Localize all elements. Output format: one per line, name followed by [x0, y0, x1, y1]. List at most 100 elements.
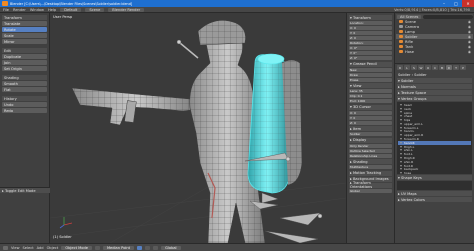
npanel-section-grease-pencil[interactable]: ▾ Grease Pencil	[349, 61, 392, 67]
editor-type-icon[interactable]	[3, 245, 8, 250]
visibility-eye-icon[interactable]: ◉	[468, 20, 471, 24]
npanel-field[interactable]: Erase	[349, 77, 392, 82]
npanel-section-view[interactable]: ▾ View	[349, 83, 392, 88]
outliner-search-input[interactable]	[423, 14, 473, 19]
npanel-section-motion-tracking[interactable]: ▸ Motion Tracking	[349, 170, 392, 176]
outliner-view-dropdown[interactable]: All Scenes	[397, 14, 422, 19]
maximize-button[interactable]: □	[450, 0, 462, 7]
shape-key-list[interactable]	[397, 181, 472, 190]
npanel-field[interactable]: Draw	[349, 72, 392, 77]
menu-render[interactable]: Render	[13, 8, 26, 12]
menu-window[interactable]: Window	[30, 8, 44, 12]
npanel-field[interactable]: Z: 0	[349, 36, 392, 41]
mesh-data-panel[interactable]: ▾ Soldier	[397, 78, 472, 83]
outliner-item-hose[interactable]: Hose ◉	[396, 49, 473, 54]
tool-join-button[interactable]: Join	[2, 60, 47, 65]
npanel-section-shading[interactable]: ▸ Shading	[349, 159, 392, 164]
properties-tab-l[interactable]: L	[404, 65, 410, 70]
orientation-dropdown[interactable]: Global	[161, 245, 181, 250]
tool-mirror-button[interactable]: Mirror	[2, 39, 47, 44]
vertex-colors-panel[interactable]: ▸ Vertex Colors	[397, 197, 472, 202]
tool-rotate-button[interactable]: Rotate	[2, 27, 47, 32]
properties-tab-r[interactable]: R	[397, 65, 403, 70]
backpack-tank-mesh[interactable]	[247, 53, 303, 194]
properties-tab-c[interactable]: C	[432, 65, 438, 70]
tool-redo-button[interactable]: Redo	[2, 108, 47, 113]
properties-tab-m[interactable]: M	[439, 65, 445, 70]
npanel-field[interactable]: X: 0	[349, 110, 392, 115]
vertex-group-list[interactable]: head neck spine chest hips upper_arm.L forearm…	[397, 102, 472, 174]
visibility-eye-icon[interactable]: ◉	[468, 35, 471, 39]
operator-panel[interactable]: ▸ Toggle Edit Mode	[0, 187, 50, 193]
footer-menu-object[interactable]: Object	[47, 246, 59, 250]
npanel-field[interactable]: Outline Selected	[349, 148, 392, 153]
visibility-eye-icon[interactable]: ◉	[468, 25, 471, 29]
footer-menu-view[interactable]: View	[11, 246, 20, 250]
uv-maps-panel[interactable]: ▸ UV Maps	[397, 191, 472, 196]
menu-file[interactable]: File	[3, 8, 9, 12]
properties-tab-d[interactable]: D	[446, 65, 452, 70]
visibility-eye-icon[interactable]: ◉	[468, 50, 471, 54]
close-button[interactable]: ✕	[462, 0, 474, 7]
npanel-field[interactable]: Rotation:	[349, 41, 392, 46]
properties-tab-w[interactable]: W	[418, 65, 424, 70]
npanel-field[interactable]: Clip: 0.1	[349, 94, 392, 99]
npanel-field[interactable]: Z: 0	[349, 120, 392, 125]
npanel-field[interactable]: Soldier	[349, 132, 392, 137]
tool-duplicate-button[interactable]: Duplicate	[2, 54, 47, 59]
npanel-section-3d-cursor[interactable]: ▾ 3D Cursor	[349, 104, 392, 110]
properties-tab-t[interactable]: T	[453, 65, 459, 70]
toolshelf-panel-history[interactable]: History	[2, 96, 47, 101]
3d-viewport[interactable]: User Persp (1) Soldier	[50, 13, 346, 243]
shape-keys-panel[interactable]: ▾ Shape Keys	[397, 175, 472, 180]
visibility-eye-icon[interactable]: ◉	[468, 30, 471, 34]
render-engine-dropdown[interactable]: Blender Render	[108, 7, 145, 12]
npanel-field[interactable]: Global	[349, 188, 392, 193]
npanel-field[interactable]: End: 1000	[349, 99, 392, 104]
texture-space-panel[interactable]: ▸ Texture Space	[397, 90, 472, 95]
scene-dropdown[interactable]: Scene	[85, 7, 105, 12]
translate-toggle[interactable]	[145, 245, 151, 250]
properties-tab-p[interactable]: P	[460, 65, 466, 70]
npanel-section-display[interactable]: ▸ Display	[349, 137, 392, 143]
footer-menu-select[interactable]: Select	[23, 246, 34, 250]
pivot-dropdown[interactable]: Median Point	[102, 245, 135, 250]
npanel-field[interactable]: Z: 0°	[349, 56, 392, 61]
visibility-eye-icon[interactable]: ◉	[468, 45, 471, 49]
properties-tab-s[interactable]: S	[411, 65, 417, 70]
footer-menu-add[interactable]: Add	[37, 246, 44, 250]
npanel-section-transform-orientations[interactable]: ▸ Transform Orientations	[349, 181, 392, 189]
tool-smooth-button[interactable]: Smooth	[2, 81, 47, 86]
normals-panel[interactable]: ▸ Normals	[397, 84, 472, 89]
toolshelf-panel-shading[interactable]: Shading	[2, 75, 47, 80]
npanel-field[interactable]: Lens: 35	[349, 89, 392, 94]
npanel-field[interactable]: Y: 0	[349, 115, 392, 120]
tool-set-origin-button[interactable]: Set Origin	[2, 66, 47, 71]
npanel-section-transform[interactable]: ▾ Transform	[349, 15, 392, 20]
npanel-field[interactable]: New	[349, 67, 392, 72]
shading-toggle[interactable]	[94, 245, 100, 250]
vertex-groups-panel[interactable]: ▾ Vertex Groups	[397, 96, 472, 101]
manipulator-toggle[interactable]	[137, 245, 143, 250]
layout-dropdown[interactable]: Default	[60, 7, 82, 12]
rotate-toggle[interactable]	[153, 245, 159, 250]
visibility-eye-icon[interactable]: ◉	[468, 40, 471, 44]
npanel-field[interactable]: Y: 0	[349, 31, 392, 36]
tool-translate-button[interactable]: Translate	[2, 21, 47, 26]
minimize-button[interactable]: –	[438, 0, 450, 7]
mode-dropdown[interactable]: Object Mode	[61, 245, 92, 250]
npanel-field[interactable]: Only Render	[349, 143, 392, 148]
tool-undo-button[interactable]: Undo	[2, 102, 47, 107]
tool-scale-button[interactable]: Scale	[2, 33, 47, 38]
npanel-field[interactable]: X: 0°	[349, 46, 392, 51]
npanel-field[interactable]: Multitexture	[349, 165, 392, 170]
toolshelf-panel-edit[interactable]: Edit	[2, 48, 47, 53]
toolshelf-panel-transform[interactable]: Transform	[2, 15, 47, 20]
properties-tab-o[interactable]: O	[425, 65, 431, 70]
rifle-mesh[interactable]	[71, 87, 201, 126]
npanel-field[interactable]: Location:	[349, 21, 392, 26]
npanel-field[interactable]: Y: 0°	[349, 51, 392, 56]
npanel-section-item[interactable]: ▸ Item	[349, 126, 392, 131]
menu-help[interactable]: Help	[48, 8, 56, 12]
npanel-field[interactable]: Relationship Lines	[349, 153, 392, 158]
